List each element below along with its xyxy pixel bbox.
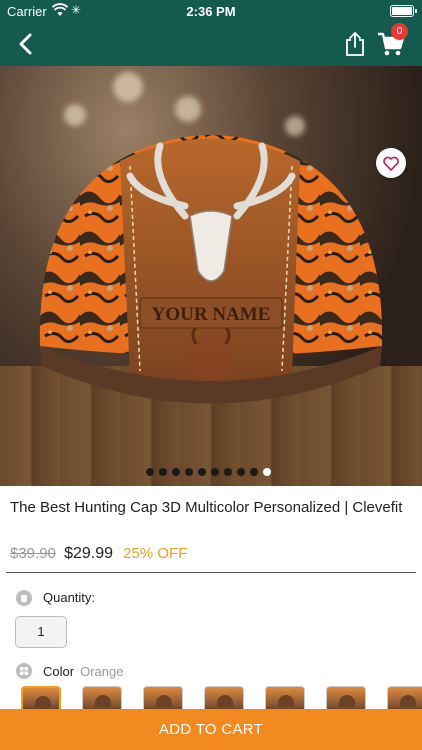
chevron-left-icon[interactable]	[14, 31, 40, 57]
gallery-dot[interactable]	[172, 468, 180, 476]
heart-icon	[383, 156, 399, 171]
status-time: 2:36 PM	[186, 4, 236, 19]
battery-icon	[390, 5, 417, 17]
gallery-dot[interactable]	[198, 468, 206, 476]
color-label-row: Color Orange	[43, 664, 123, 679]
quantity-icon	[16, 590, 32, 606]
nav-bar: 0	[0, 22, 422, 66]
quantity-label: Quantity:	[43, 590, 96, 605]
cart-count-badge: 0	[391, 23, 408, 40]
selected-color-value: Orange	[80, 664, 124, 679]
sale-price: $29.99	[64, 545, 113, 562]
gallery-dot[interactable]	[146, 468, 154, 476]
gallery-dot[interactable]	[224, 468, 232, 476]
color-label: Color	[43, 664, 75, 679]
color-icon	[16, 663, 32, 679]
divider	[6, 572, 416, 573]
quantity-input[interactable]: 1	[15, 616, 67, 648]
cap-name-text: YOUR NAME	[152, 304, 271, 325]
share-icon[interactable]	[343, 31, 367, 57]
add-to-cart-button[interactable]: ADD TO CART	[0, 709, 422, 750]
gallery-dot[interactable]	[211, 468, 219, 476]
price-row: $39.90 $29.99 25% OFF	[10, 545, 187, 567]
gallery-dot[interactable]	[250, 468, 258, 476]
discount-label: 25% OFF	[123, 545, 188, 562]
hunting-cap-image: YOUR NAME	[39, 135, 383, 404]
product-title: The Best Hunting Cap 3D Multicolor Perso…	[10, 499, 403, 516]
gallery-dot[interactable]	[237, 468, 245, 476]
product-image-gallery[interactable]: YOUR NAME	[0, 66, 422, 486]
gallery-pagination	[146, 468, 271, 478]
status-bar: Carrier ✳ 2:36 PM	[0, 0, 422, 22]
favorite-button[interactable]	[376, 148, 406, 178]
gallery-dot[interactable]	[185, 468, 193, 476]
gallery-dot[interactable]	[263, 468, 271, 476]
original-price: $39.90	[10, 545, 56, 562]
gallery-dot[interactable]	[159, 468, 167, 476]
